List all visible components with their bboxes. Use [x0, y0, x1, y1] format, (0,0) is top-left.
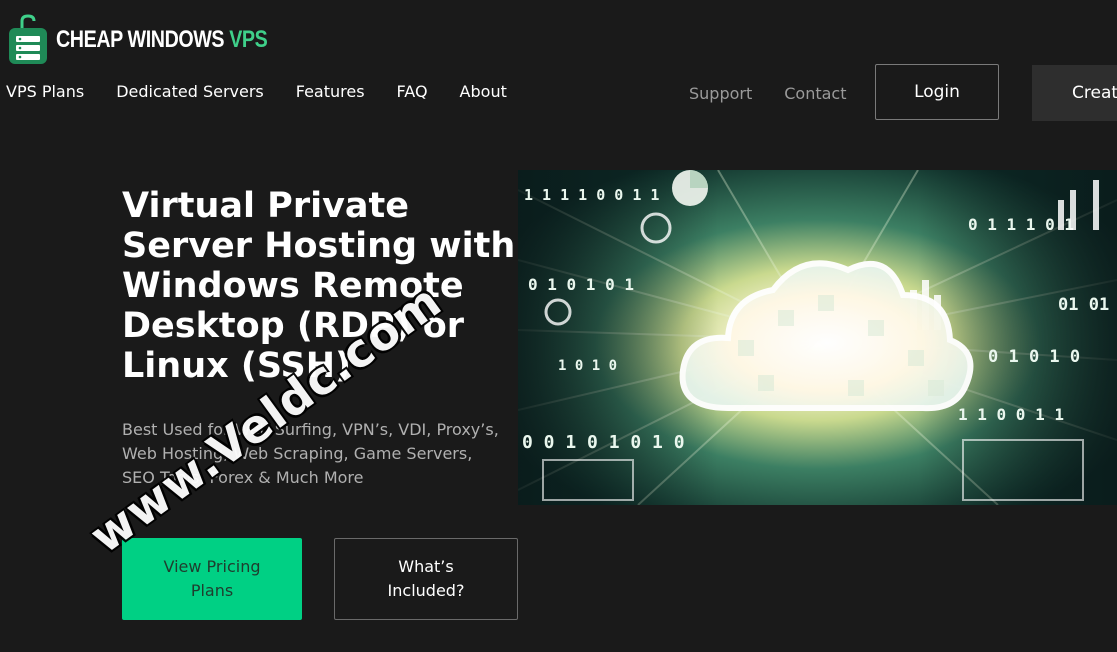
create-button[interactable]: Create — [1032, 65, 1117, 121]
brand-name-part1: CHEAP WINDOWS — [56, 26, 230, 53]
nav-contact[interactable]: Contact — [784, 84, 846, 103]
hero-cloud-illustration: 1 1 1 1 0 0 1 1 0 1 0 1 0 1 0 0 1 0 1 0 … — [518, 170, 1117, 505]
login-button[interactable]: Login — [875, 64, 999, 120]
nav-vps-plans[interactable]: VPS Plans — [6, 82, 84, 101]
nav-features[interactable]: Features — [296, 82, 365, 101]
brand-logo[interactable]: CHEAP WINDOWS VPS — [6, 14, 314, 66]
brand-name: CHEAP WINDOWS VPS — [56, 26, 268, 54]
image-binary-text-5: 01 01 — [1058, 295, 1109, 315]
nav-support[interactable]: Support — [689, 84, 752, 103]
brand-name-accent: VPS — [229, 26, 268, 53]
main-nav: VPS Plans Dedicated Servers Features FAQ… — [6, 82, 539, 101]
image-binary-text-1: 1 1 1 1 0 0 1 1 — [524, 186, 659, 204]
image-binary-text-4: 1 0 1 0 — [558, 358, 617, 374]
image-binary-text-7: 1 1 0 0 1 1 — [958, 405, 1064, 424]
secondary-nav: Support Contact — [689, 84, 879, 103]
view-pricing-plans-button[interactable]: View Pricing Plans — [122, 538, 302, 620]
server-lock-logo-icon — [9, 14, 47, 64]
nav-faq[interactable]: FAQ — [397, 82, 428, 101]
whats-included-button[interactable]: What’s Included? — [334, 538, 518, 620]
cloud-binary-data-illustration: 1 1 1 1 0 0 1 1 0 1 0 1 0 1 0 0 1 0 1 0 … — [518, 170, 1117, 505]
nav-dedicated-servers[interactable]: Dedicated Servers — [116, 82, 264, 101]
nav-about[interactable]: About — [460, 82, 507, 101]
image-binary-text-6: 0 1 0 1 0 — [988, 347, 1080, 367]
image-binary-text-2: 0 1 0 1 0 1 — [528, 275, 634, 294]
image-binary-text-3: 0 0 1 0 1 0 1 0 — [522, 432, 685, 453]
